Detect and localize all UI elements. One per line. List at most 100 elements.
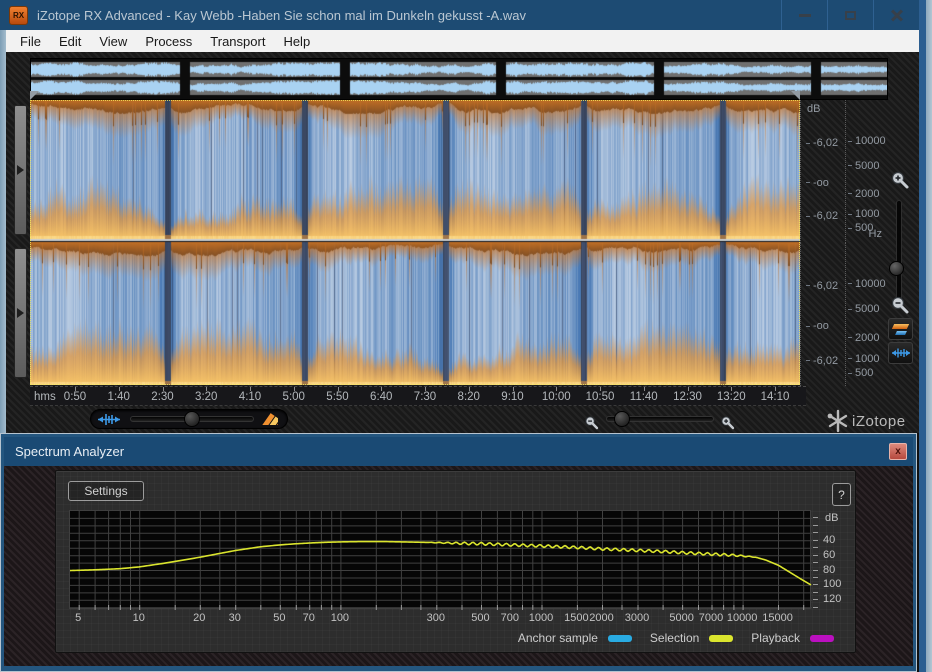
- zoom-in-time-button[interactable]: [720, 415, 736, 431]
- waveform-icon[interactable]: [98, 413, 120, 426]
- db-axis-tick-mark: [813, 569, 818, 571]
- freq-tick-label: 50: [273, 612, 286, 624]
- time-tick-label: 4:10: [238, 391, 262, 403]
- time-zoom-knob[interactable]: [614, 411, 630, 427]
- menu-item-file[interactable]: File: [11, 32, 50, 51]
- time-tick-mark: [293, 387, 295, 391]
- spectrum-analyzer-window: Spectrum Analyzer x Settings ? dB 40 60 80 1…: [0, 433, 917, 672]
- window-frame-right: [919, 0, 926, 672]
- help-button[interactable]: ?: [832, 483, 851, 506]
- menu-item-help[interactable]: Help: [274, 32, 319, 51]
- vertical-zoom-slider[interactable]: [896, 200, 902, 300]
- zoom-out-icon: [891, 296, 909, 314]
- db-axis-tick-label: 60: [823, 548, 836, 561]
- hz-tick-label: 10000: [848, 278, 886, 289]
- spectrogram-icon: [891, 323, 910, 329]
- analyzer-close-button[interactable]: x: [889, 443, 907, 460]
- minimize-icon: [798, 13, 811, 17]
- db-axis-tick-mark: [813, 539, 818, 541]
- db-axis-tick-mark: [813, 562, 818, 564]
- minimize-button[interactable]: [781, 0, 827, 30]
- db-axis-tick-label: 40: [823, 533, 836, 546]
- time-tick-mark: [600, 387, 601, 391]
- time-tick-label: 6:40: [370, 391, 393, 403]
- db-tick-label: -oo: [806, 321, 829, 332]
- maximize-button[interactable]: [827, 0, 873, 30]
- hz-tick-label: 10000: [848, 135, 886, 146]
- window-title: iZotope RX Advanced - Kay Webb -Haben Si…: [37, 7, 526, 23]
- channel-arrow-icon: [17, 308, 24, 318]
- time-tick-label: 10:00: [541, 391, 571, 403]
- freq-tick-label: 30: [228, 612, 241, 624]
- freq-tick-label: 500: [471, 612, 490, 624]
- spectrogram[interactable]: [30, 100, 800, 385]
- analyzer-title: Spectrum Analyzer: [15, 444, 125, 459]
- freq-tick-label: 7000: [698, 612, 724, 624]
- time-tick-mark: [337, 387, 339, 391]
- blend-slider-knob[interactable]: [184, 411, 200, 427]
- time-tick-label: 12:30: [673, 391, 702, 403]
- freq-tick-label: 700: [500, 612, 520, 624]
- settings-button[interactable]: Settings: [68, 481, 144, 501]
- time-tick-mark: [250, 387, 251, 391]
- menu-item-edit[interactable]: Edit: [50, 32, 90, 51]
- legend-label-playback: Playback: [751, 631, 800, 645]
- spectrogram-view-button[interactable]: [888, 318, 913, 340]
- freq-tick-label: 10: [132, 612, 145, 624]
- hz-tick-label: 500: [848, 368, 873, 379]
- close-button[interactable]: [873, 0, 919, 30]
- titlebar[interactable]: RX iZotope RX Advanced - Kay Webb -Haben…: [0, 0, 919, 30]
- selection-start-marker[interactable]: [30, 91, 39, 100]
- time-ruler[interactable]: hms 0:50 1:40 2:30 3:20 4:10 5:00 5:50 6:40 7:30…: [30, 386, 806, 406]
- time-tick-mark: [687, 387, 689, 391]
- vertical-zoom-knob[interactable]: [889, 261, 904, 276]
- db-axis-tick-mark: [813, 599, 818, 601]
- time-tick-mark: [75, 387, 76, 391]
- spectrogram-icon[interactable]: [262, 413, 278, 425]
- menu-item-process[interactable]: Process: [136, 32, 201, 51]
- time-tick-label: 2:30: [151, 391, 174, 403]
- freq-tick-label: 3000: [624, 612, 650, 624]
- time-tick-mark: [468, 387, 470, 391]
- overview-waveform[interactable]: [30, 58, 888, 100]
- editor-content: dB -6,02 -oo -6,02 10000 5000 2000 1000 500 Hz -6,…: [6, 52, 919, 433]
- rx-app-icon-label: RX: [12, 10, 25, 20]
- spectrum-legend: Anchor sample Selection Playback: [518, 630, 842, 646]
- legend-label-selection: Selection: [649, 631, 700, 645]
- time-tick-mark: [643, 387, 645, 391]
- izotope-logo: iZotope: [826, 408, 906, 434]
- channel-2-handle[interactable]: [14, 248, 27, 378]
- freq-tick-label: 70: [302, 612, 315, 624]
- channel-1-handle[interactable]: [14, 105, 27, 235]
- freq-tick-label: 5: [75, 612, 82, 624]
- freq-tick-label: 1500: [564, 612, 589, 624]
- time-tick-label: 3:20: [195, 391, 218, 403]
- menu-item-transport[interactable]: Transport: [201, 32, 274, 51]
- menu-item-view[interactable]: View: [90, 32, 136, 51]
- spectrum-grid: [69, 511, 812, 610]
- db-tick-label: -6,02: [806, 138, 838, 149]
- scale-block-channel-1[interactable]: dB -6,02 -oo -6,02 10000 5000 2000 1000 500 Hz: [800, 100, 886, 241]
- window-scrollbar-edge[interactable]: [926, 0, 932, 672]
- db-axis: dB 40 60 80 100 120: [813, 510, 857, 620]
- waveform-layer-icon: [894, 330, 907, 335]
- freq-tick-label: 10000: [726, 612, 758, 624]
- analyzer-close-glyph: x: [895, 445, 901, 457]
- freq-tick-label: 1000: [528, 612, 554, 624]
- frequency-amplitude-scales[interactable]: dB -6,02 -oo -6,02 10000 5000 2000 1000 500 Hz -6,…: [800, 52, 886, 386]
- zoom-out-time-button[interactable]: [584, 415, 600, 431]
- freq-tick-label: 100: [330, 612, 350, 624]
- fit-selection-button[interactable]: [888, 342, 913, 364]
- db-axis-tick-mark: [813, 576, 818, 578]
- db-axis-tick-mark: [813, 547, 818, 549]
- scale-block-channel-2[interactable]: -6,02 -oo -6,02 10000 5000 2000 1000 500: [800, 242, 886, 386]
- hz-scale-column: 10000 5000 2000 1000 500: [845, 242, 886, 386]
- izotope-logo-icon: [827, 409, 848, 433]
- maximize-icon: [845, 10, 856, 20]
- zoom-in-icon: [891, 171, 909, 189]
- analyzer-panel: Settings ? dB 40 60 80 100 120 5 10 20 30 50 70 100…: [55, 470, 856, 653]
- hz-tick-label: 5000: [848, 303, 879, 314]
- selection-end-marker[interactable]: [791, 91, 800, 100]
- zoom-in-button[interactable]: [890, 170, 911, 196]
- analyzer-titlebar[interactable]: Spectrum Analyzer x: [4, 437, 913, 466]
